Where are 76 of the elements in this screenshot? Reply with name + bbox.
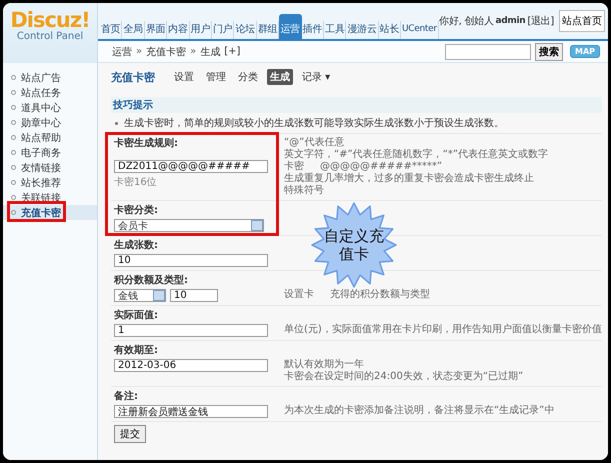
nav-tab[interactable]: 插件 (302, 21, 324, 39)
bullet-icon (115, 122, 118, 124)
logo-subtitle: Control Panel (16, 30, 84, 42)
page-tab[interactable]: 记录 ▾ (299, 69, 334, 85)
field-label: 实际面值: (114, 309, 159, 322)
page-tab[interactable]: 生成 (267, 69, 293, 85)
nav-tab[interactable]: 用户 (190, 21, 212, 39)
hint-text: 生成重复几率增大，过多的重复卡密会造成卡密生成终止 (284, 173, 534, 184)
field-label: 积分数额及类型: (114, 274, 189, 287)
tip-text: 生成卡密时，简单的规则或较小的生成张数可能导致实际生成张数小于预设生成张数。 (124, 116, 504, 130)
nav-tab[interactable]: 首页 (100, 21, 122, 39)
sidebar-item[interactable]: 站点任务 (3, 85, 97, 100)
add-link[interactable]: [+] (224, 46, 240, 57)
hint-text: 默认有效期为一年 (284, 359, 364, 370)
logout-link[interactable]: [退出] (527, 14, 554, 28)
tips-title: 技巧提示 (111, 97, 602, 113)
hint-text: 卡密会在设定时间的24:00失效，状态变更为“已过期” (284, 371, 524, 383)
breadcrumb-item[interactable]: 运营 (112, 44, 132, 58)
amount-field[interactable]: 10 (170, 289, 218, 302)
nav-tab[interactable]: 运营 (279, 14, 302, 39)
highlight-frame (7, 201, 66, 222)
nav-tab[interactable]: 漫游云 (346, 21, 379, 39)
field-label: 卡密生成规则: (114, 137, 179, 150)
nav-tab[interactable]: UCenter (400, 21, 439, 39)
sidebar-item[interactable]: 勋章中心 (3, 115, 97, 130)
nav-tab[interactable]: 界面 (144, 21, 168, 39)
page-title: 充值卡密 (111, 70, 155, 84)
sidebar-item[interactable]: 电子商务 (3, 145, 97, 160)
hint-text: 设置卡 (284, 289, 314, 301)
input-field[interactable]: 注册新会员赠送金钱 (114, 405, 268, 418)
search-field[interactable] (444, 44, 531, 60)
input-field[interactable]: 2012-03-06 (114, 359, 268, 372)
select-field[interactable]: 会员卡 (114, 219, 264, 232)
hint-text: @@@@@#####*****” (320, 161, 442, 172)
hint-text: 为本次生成的卡密添加备注说明，备注将显示在“生成记录”中 (284, 405, 554, 417)
breadcrumb-item[interactable]: 充值卡密 (146, 44, 186, 58)
nav-tab[interactable]: 全局 (122, 21, 145, 39)
sidebar-item[interactable]: 友情链接 (3, 160, 97, 175)
hint-text: 英文字符，“#”代表任意随机数字，“*”代表任意英文或数字 (284, 149, 548, 160)
sidebar-item[interactable]: 站点广告 (3, 70, 97, 85)
nav-tab[interactable]: 工具 (324, 21, 346, 39)
breadcrumb-separator: » (190, 46, 196, 57)
hint-text: 充得的积分数额与类型 (330, 289, 430, 301)
page-tab[interactable]: 管理 (203, 69, 229, 85)
field-label: 生成张数: (114, 239, 159, 252)
user-name: admin (496, 16, 526, 26)
nav-tab[interactable]: 内容 (167, 21, 190, 39)
sidebar-item[interactable]: 道具中心 (3, 100, 97, 115)
submit-button[interactable]: 提交 (114, 425, 146, 443)
hint-text: 卡密 (284, 161, 304, 172)
page-tab[interactable]: 设置 (171, 69, 197, 85)
select-field[interactable]: 金钱 (114, 289, 166, 302)
input-field[interactable]: DZ2011@@@@@##### (114, 160, 268, 173)
sidebar-item[interactable]: 站点帮助 (3, 130, 97, 145)
nav-tab[interactable]: 门户 (212, 21, 234, 39)
callout-text: 自定义充值卡 (323, 227, 385, 263)
hint-text: 单位(元)，实际面值常用在卡片印刷，用作告知用户面值以衡量卡密价值 (284, 324, 602, 336)
hint-text: 特殊符号 (284, 185, 324, 197)
nav-tab[interactable]: 站长 (378, 21, 401, 39)
field-label: 备注: (114, 390, 139, 403)
greeting-text: 你好, 创始人 (439, 15, 494, 28)
field-label: 有效期至: (114, 344, 159, 357)
page-tab[interactable]: 分类 (235, 69, 261, 85)
breadcrumb-item[interactable]: 生成 (200, 44, 220, 58)
sidebar-item[interactable]: 充值卡密 (3, 205, 97, 220)
field-note: 卡密16位 (114, 176, 158, 189)
logo-title: Discuz! (10, 8, 90, 30)
hint-text: “@”代表任意 (284, 137, 344, 148)
field-label: 卡密分类: (114, 204, 159, 217)
site-home-button[interactable]: 站点首页 (559, 10, 605, 32)
input-field[interactable]: 10 (114, 254, 268, 267)
nav-tab[interactable]: 论坛 (234, 21, 257, 39)
input-field[interactable]: 1 (114, 324, 268, 337)
breadcrumb-separator: » (136, 46, 142, 57)
sidebar-item[interactable]: 站长推荐 (3, 175, 97, 190)
search-button[interactable]: 搜索 (534, 42, 563, 60)
